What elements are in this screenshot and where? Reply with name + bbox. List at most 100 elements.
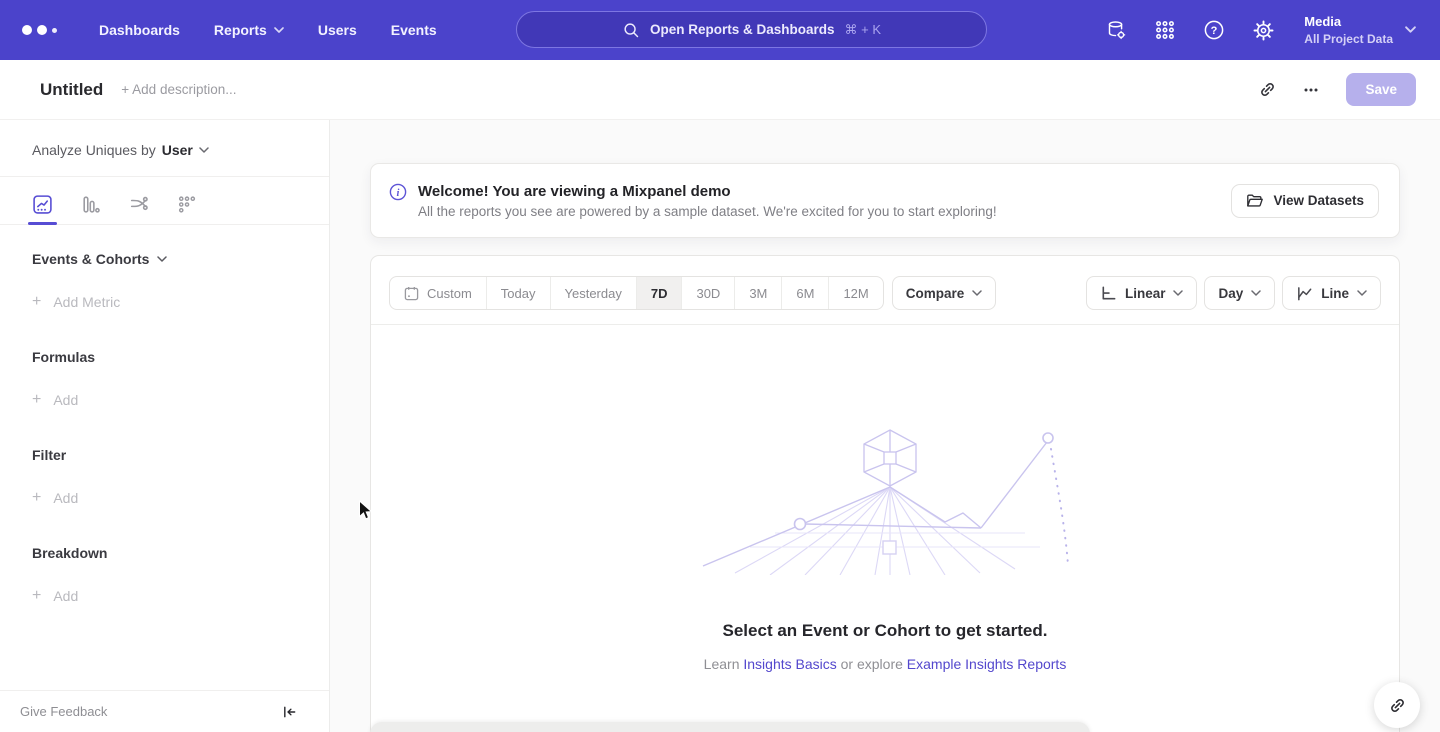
chevron-down-icon: [1251, 290, 1261, 296]
search-shortcut: ⌘ + K: [845, 22, 882, 38]
analyze-by-dropdown[interactable]: User: [162, 142, 209, 158]
section-events-cohorts: Events & Cohorts + Add Metric: [32, 251, 297, 311]
banner-subtitle: All the reports you see are powered by a…: [418, 204, 997, 219]
view-datasets-label: View Datasets: [1273, 193, 1364, 208]
tab-flows[interactable]: [126, 190, 151, 224]
add-breakdown-label: Add: [53, 588, 78, 604]
give-feedback-link[interactable]: Give Feedback: [20, 704, 107, 719]
project-switcher[interactable]: Media All Project Data: [1304, 13, 1416, 47]
more-options-icon[interactable]: [1294, 73, 1328, 107]
svg-text:?: ?: [1211, 25, 1218, 37]
scale-label: Linear: [1125, 286, 1166, 301]
compare-dropdown[interactable]: Compare: [892, 276, 997, 310]
analyze-row: Analyze Uniques by User: [0, 120, 329, 177]
top-navigation: Dashboards Reports Users Events Open Rep…: [0, 0, 1440, 60]
data-management-icon[interactable]: [1104, 18, 1128, 42]
range-6m[interactable]: 6M: [781, 277, 828, 309]
range-label: Custom: [427, 286, 472, 301]
add-formula-button[interactable]: + Add: [32, 391, 297, 409]
chart-toolbar: Custom Today Yesterday 7D 30D 3M 6M 12M …: [371, 256, 1399, 325]
mixpanel-app: Dashboards Reports Users Events Open Rep…: [0, 0, 1440, 732]
chevron-down-icon: [199, 147, 209, 153]
apps-grid-icon[interactable]: [1153, 18, 1177, 42]
tab-insights[interactable]: [30, 190, 55, 224]
linear-axis-icon: [1100, 285, 1117, 302]
info-icon: i: [389, 183, 407, 201]
date-range-control: Custom Today Yesterday 7D 30D 3M 6M 12M: [389, 276, 884, 310]
query-sections: Events & Cohorts + Add Metric Formulas +…: [0, 225, 329, 643]
report-description-placeholder[interactable]: + Add description...: [121, 82, 236, 97]
nav-reports[interactable]: Reports: [214, 22, 284, 38]
insights-basics-link[interactable]: Insights Basics: [743, 656, 836, 672]
range-label: 3M: [749, 286, 767, 301]
empty-state-illustration: [695, 425, 1075, 575]
scale-dropdown[interactable]: Linear: [1086, 276, 1198, 310]
add-filter-button[interactable]: + Add: [32, 489, 297, 507]
nav-users[interactable]: Users: [318, 22, 357, 38]
chevron-down-icon: [1405, 26, 1416, 33]
svg-text:i: i: [397, 188, 400, 199]
section-title: Formulas: [32, 349, 95, 365]
interval-dropdown[interactable]: Day: [1204, 276, 1275, 310]
section-breakdown: Breakdown + Add: [32, 545, 297, 605]
save-button[interactable]: Save: [1346, 73, 1416, 106]
section-title: Breakdown: [32, 545, 107, 561]
compare-label: Compare: [906, 286, 965, 301]
range-label: 12M: [843, 286, 868, 301]
project-name: Media: [1304, 13, 1393, 31]
copy-link-icon[interactable]: [1250, 73, 1284, 107]
report-title[interactable]: Untitled: [40, 80, 103, 100]
help-icon[interactable]: ?: [1202, 18, 1226, 42]
search-icon: [622, 21, 640, 39]
view-datasets-button[interactable]: View Datasets: [1231, 184, 1379, 218]
nav-events[interactable]: Events: [391, 22, 437, 38]
range-30d[interactable]: 30D: [681, 277, 734, 309]
hint-prefix: Learn: [704, 656, 740, 672]
chevron-down-icon: [972, 290, 982, 296]
share-link-fab[interactable]: [1374, 682, 1420, 728]
bottom-panel-edge[interactable]: [370, 722, 1090, 732]
report-type-tabs: [0, 177, 329, 225]
add-breakdown-button[interactable]: + Add: [32, 587, 297, 605]
tab-retention[interactable]: [174, 190, 199, 224]
range-label: Yesterday: [565, 286, 622, 301]
events-cohorts-dropdown[interactable]: Events & Cohorts: [32, 251, 297, 267]
main-nav: Dashboards Reports Users Events: [99, 22, 437, 38]
calendar-icon: [404, 286, 419, 301]
section-title: Events & Cohorts: [32, 251, 149, 267]
range-12m[interactable]: 12M: [828, 277, 882, 309]
range-today[interactable]: Today: [486, 277, 550, 309]
nav-right-cluster: ? Media All Project Data: [1104, 0, 1416, 60]
banner-title: Welcome! You are viewing a Mixpanel demo: [418, 183, 997, 200]
bar-chart-icon: [80, 194, 101, 215]
example-reports-link[interactable]: Example Insights Reports: [907, 656, 1067, 672]
range-yesterday[interactable]: Yesterday: [550, 277, 636, 309]
add-metric-button[interactable]: + Add Metric: [32, 293, 297, 311]
mixpanel-logo-icon[interactable]: [22, 25, 57, 35]
range-3m[interactable]: 3M: [734, 277, 781, 309]
tab-funnels[interactable]: [78, 190, 103, 224]
search-label: Open Reports & Dashboards: [650, 22, 835, 37]
dots-grid-icon: [176, 194, 197, 215]
collapse-sidebar-icon[interactable]: [282, 705, 297, 719]
search-bar[interactable]: Open Reports & Dashboards ⌘ + K: [516, 11, 987, 48]
nav-reports-label: Reports: [214, 22, 267, 38]
section-title: Filter: [32, 447, 66, 463]
range-label: 6M: [796, 286, 814, 301]
chevron-down-icon: [1173, 290, 1183, 296]
settings-gear-icon[interactable]: [1251, 18, 1275, 42]
section-filter: Filter + Add: [32, 447, 297, 507]
range-label: Today: [501, 286, 536, 301]
range-label: 30D: [696, 286, 720, 301]
range-7d[interactable]: 7D: [636, 277, 682, 309]
interval-label: Day: [1218, 286, 1243, 301]
range-custom[interactable]: Custom: [390, 277, 486, 309]
chart-type-dropdown[interactable]: Line: [1282, 276, 1381, 310]
plus-icon: +: [32, 391, 41, 409]
plus-icon: +: [32, 489, 41, 507]
welcome-banner: i Welcome! You are viewing a Mixpanel de…: [370, 163, 1400, 238]
nav-dashboards[interactable]: Dashboards: [99, 22, 180, 38]
project-scope: All Project Data: [1304, 31, 1393, 47]
plus-icon: +: [32, 293, 41, 311]
add-formula-label: Add: [53, 392, 78, 408]
